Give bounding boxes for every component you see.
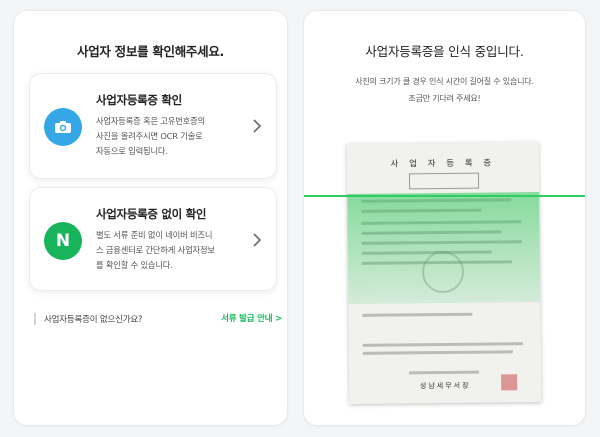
- document-title: 사 업 자 등 록 증: [390, 158, 496, 170]
- camera-icon: [44, 108, 82, 146]
- recognition-screen: 사업자등록증을 인식 중입니다. 사진의 크기가 클 경우 인식 시간이 길어질…: [303, 10, 586, 426]
- business-info-screen: 사업자 정보를 확인해주세요. 사업자등록증 확인 사업자등록증 혹은 고유번호…: [13, 10, 288, 426]
- footer: 사업자등록증이 없으신가요? 서류 발급 안내 >: [34, 311, 282, 327]
- naver-n-icon: N: [44, 222, 82, 260]
- scan-highlight: [347, 191, 541, 305]
- divider: [34, 313, 36, 325]
- page-title: 사업자 정보를 확인해주세요.: [77, 44, 224, 59]
- document-header-box: [408, 172, 480, 190]
- no-registration-question: 사업자등록증이 없으신가요?: [44, 315, 143, 325]
- scan-line: [304, 195, 585, 197]
- recognition-subtitle: 사진의 크기가 클 경우 인식 시간이 길어질 수 있습니다. 조금만 기다려 …: [355, 77, 534, 103]
- naver-card-title: 사업자등록증 없이 확인: [96, 207, 207, 221]
- naver-card-description: 별도 서류 준비 없이 네이버 비즈니 스 금융센터로 간단하게 사업자정보 를…: [96, 230, 215, 270]
- document-issue-guide-link[interactable]: 서류 발급 안내 >: [221, 312, 282, 324]
- business-registration-document-image: 사 업 자 등 록 증 성남세무서장: [346, 142, 542, 404]
- recognition-title: 사업자등록증을 인식 중입니다.: [365, 44, 524, 59]
- official-stamp: [501, 374, 518, 391]
- ocr-card-description: 사업자등록증 혹은 고유번호증의 사진을 올려주시면 OCR 기술로 자동으로 …: [96, 116, 205, 156]
- chevron-right-icon: [253, 233, 262, 247]
- naver-verify-card[interactable]: N 사업자등록증 없이 확인 별도 서류 준비 없이 네이버 비즈니 스 금융센…: [29, 187, 277, 291]
- ocr-verify-card[interactable]: 사업자등록증 확인 사업자등록증 혹은 고유번호증의 사진을 올려주시면 OCR…: [29, 73, 277, 179]
- chevron-right-icon: [253, 119, 262, 133]
- ocr-card-title: 사업자등록증 확인: [96, 93, 182, 107]
